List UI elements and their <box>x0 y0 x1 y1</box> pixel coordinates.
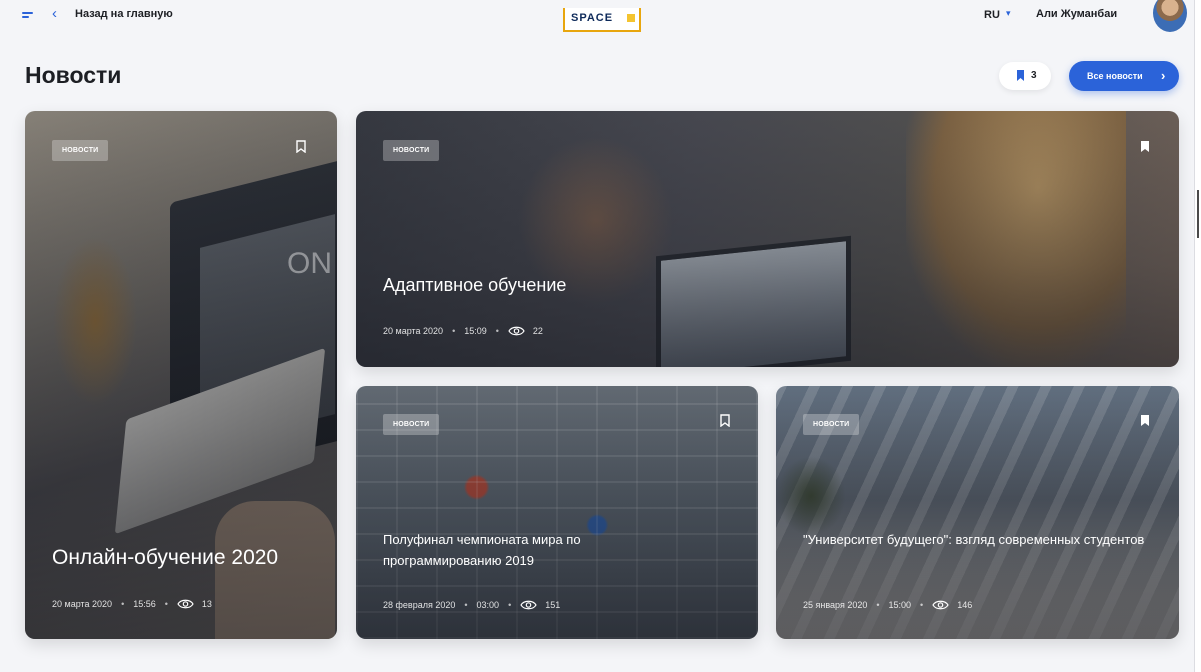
news-meta: 20 марта 2020 • 15:56 • 13 <box>52 599 212 609</box>
chevron-down-icon[interactable]: ▾ <box>1006 8 1011 19</box>
eye-icon <box>508 326 525 336</box>
news-title[interactable]: Полуфинал чемпионата мира по программиро… <box>383 529 683 571</box>
news-title[interactable]: Адаптивное обучение <box>383 273 883 297</box>
separator-dot: • <box>164 599 168 609</box>
scrollbar-track[interactable] <box>1194 0 1201 672</box>
language-selector[interactable]: RU <box>984 9 1000 21</box>
all-news-button[interactable]: Все новости › <box>1069 61 1179 91</box>
all-news-label: Все новости <box>1087 71 1143 81</box>
chevron-left-icon[interactable]: ‹ <box>52 6 57 22</box>
bookmark-outline-icon[interactable] <box>296 140 306 153</box>
news-card[interactable]: НОВОСТИ "Университет будущего": взгляд с… <box>776 386 1179 639</box>
bookmark-filled-icon[interactable] <box>1140 414 1150 427</box>
separator-dot: • <box>464 600 468 610</box>
scrollbar-thumb[interactable] <box>1197 190 1199 238</box>
separator-dot: • <box>876 600 880 610</box>
logo[interactable]: SPACE <box>563 8 641 32</box>
hamburger-menu-icon[interactable] <box>22 12 33 18</box>
news-time: 03:00 <box>476 600 500 610</box>
news-date: 25 января 2020 <box>803 600 868 610</box>
news-date: 28 февраля 2020 <box>383 600 456 610</box>
news-tag: НОВОСТИ <box>803 414 860 435</box>
news-tag: НОВОСТИ <box>383 414 440 435</box>
news-tag: НОВОСТИ <box>383 140 440 161</box>
news-views: 13 <box>201 599 212 609</box>
news-title[interactable]: Онлайн-обучение 2020 <box>52 545 332 571</box>
news-card[interactable]: НОВОСТИ Полуфинал чемпионата мира по про… <box>356 386 758 639</box>
news-date: 20 марта 2020 <box>52 599 113 609</box>
logo-text: SPACE <box>571 12 614 24</box>
news-views: 22 <box>532 326 543 336</box>
news-meta: 25 января 2020 • 15:00 • 146 <box>803 600 972 610</box>
news-views: 146 <box>957 600 973 610</box>
separator-dot: • <box>508 600 512 610</box>
logo-mark <box>627 14 635 22</box>
news-time: 15:09 <box>464 326 487 336</box>
page-title: Новости <box>25 62 122 88</box>
user-name[interactable]: Али Жуманбаи <box>1036 8 1117 20</box>
separator-dot: • <box>920 600 924 610</box>
news-time: 15:00 <box>888 600 912 610</box>
news-meta: 28 февраля 2020 • 03:00 • 151 <box>383 600 560 610</box>
chevron-right-icon: › <box>1161 68 1166 83</box>
news-card[interactable]: НОВОСТИ Адаптивное обучение 20 марта 202… <box>356 111 1179 367</box>
eye-icon <box>932 600 949 610</box>
top-bar: ‹ Назад на главную SPACE RU ▾ Али Жуманб… <box>0 0 1187 34</box>
separator-dot: • <box>495 326 499 336</box>
bookmarks-button[interactable]: 3 <box>999 62 1051 90</box>
news-title[interactable]: "Университет будущего": взгляд современн… <box>803 529 1163 550</box>
separator-dot: • <box>452 326 456 336</box>
eye-icon <box>520 600 537 610</box>
news-date: 20 марта 2020 <box>383 326 444 336</box>
avatar[interactable] <box>1153 0 1187 32</box>
bookmark-icon <box>1017 70 1024 81</box>
back-to-home-link[interactable]: Назад на главную <box>75 8 173 20</box>
bookmarks-count: 3 <box>1031 70 1037 81</box>
news-tag: НОВОСТИ <box>52 140 109 161</box>
news-meta: 20 марта 2020 • 15:09 • 22 <box>383 326 543 336</box>
bookmark-outline-icon[interactable] <box>720 414 730 427</box>
news-views: 151 <box>545 600 561 610</box>
news-time: 15:56 <box>133 599 156 609</box>
eye-icon <box>177 599 194 609</box>
separator-dot: • <box>121 599 125 609</box>
news-card[interactable]: ON НОВОСТИ Онлайн-обучение 2020 20 марта… <box>25 111 337 639</box>
bookmark-filled-icon[interactable] <box>1140 140 1150 153</box>
